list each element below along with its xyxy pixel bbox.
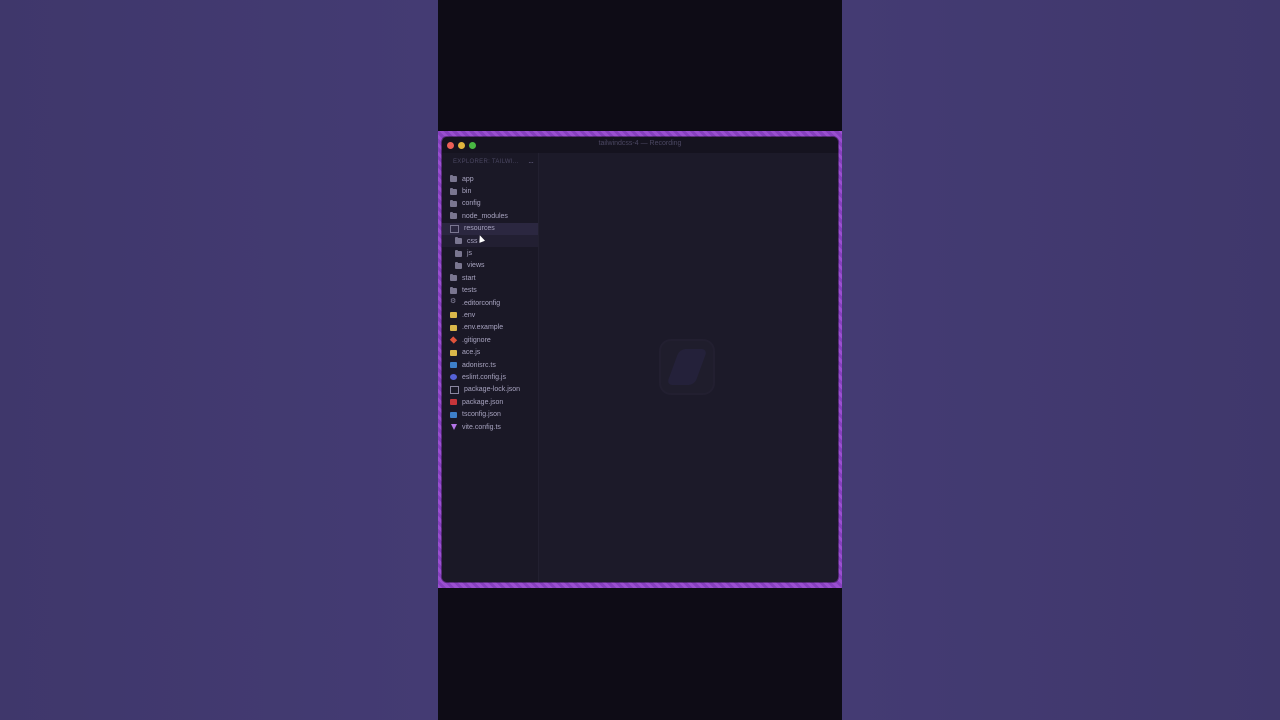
- tree-item-label: package.json: [462, 398, 504, 406]
- folder-icon: [450, 212, 457, 220]
- tree-item[interactable]: views: [442, 260, 538, 272]
- tree-item-label: vite.config.ts: [462, 423, 501, 431]
- tree-item-label: views: [467, 262, 485, 270]
- ts-file-icon: [450, 411, 457, 418]
- folder-icon: [450, 175, 457, 183]
- tree-item[interactable]: node_modules: [442, 210, 538, 222]
- folder-open-icon: [450, 224, 459, 233]
- tree-item[interactable]: app: [442, 173, 538, 185]
- tree-item[interactable]: package-lock.json: [442, 384, 538, 396]
- tree-item[interactable]: resources: [442, 222, 538, 235]
- explorer-title: EXPLORER: TAILWI...: [453, 159, 519, 165]
- vite-file-icon: [450, 424, 457, 430]
- explorer-sidebar: EXPLORER: TAILWI... ··· app bin config node…: [442, 153, 539, 582]
- tree-item[interactable]: .env: [442, 309, 538, 321]
- tree-item[interactable]: bin: [442, 185, 538, 197]
- tree-item[interactable]: tsconfig.json: [442, 408, 538, 420]
- editor-window: tailwindcss-4 — Recording EXPLORER: TAIL…: [442, 137, 838, 582]
- tree-item-label: start: [462, 274, 476, 282]
- tree-item-label: tsconfig.json: [462, 411, 501, 419]
- tree-item[interactable]: .editorconfig: [442, 297, 538, 309]
- tree-item[interactable]: tests: [442, 285, 538, 297]
- file-tree: app bin config node_modules resources css js vi…: [442, 173, 538, 433]
- tree-item-label: adonisrc.ts: [462, 361, 496, 369]
- tree-item-label: .editorconfig: [462, 299, 501, 307]
- npm-file-icon: [450, 399, 457, 406]
- js-file-icon: [450, 349, 457, 356]
- tree-item-label: app: [462, 175, 474, 183]
- tree-item-label: bin: [462, 188, 472, 196]
- tree-item[interactable]: vite.config.ts: [442, 421, 538, 433]
- window-title: tailwindcss-4 — Recording: [598, 140, 682, 147]
- folder-icon: [455, 261, 462, 269]
- tree-item[interactable]: package.json: [442, 396, 538, 408]
- tree-item[interactable]: .gitignore: [442, 334, 538, 346]
- tree-item[interactable]: adonisrc.ts: [442, 359, 538, 371]
- tree-item-label: tests: [462, 287, 477, 295]
- tree-item-label: node_modules: [462, 212, 508, 220]
- tree-item-label: ace.js: [462, 349, 481, 357]
- folder-icon: [450, 187, 457, 195]
- tree-item-label: eslint.config.js: [462, 373, 506, 381]
- tree-item-label: package-lock.json: [464, 386, 521, 394]
- tree-item-label: .env.example: [462, 324, 504, 332]
- folder-icon: [450, 286, 457, 294]
- tree-item[interactable]: js: [442, 247, 538, 259]
- env-file-icon: [450, 324, 457, 331]
- git-file-icon: [449, 336, 458, 344]
- tree-item-label: resources: [464, 225, 495, 233]
- tree-item[interactable]: ace.js: [442, 346, 538, 358]
- gear-file-icon: [450, 297, 457, 306]
- ts-file-icon: [450, 362, 457, 369]
- folder-icon: [450, 199, 457, 207]
- editor-area[interactable]: [539, 153, 838, 582]
- tree-item-label: css: [467, 237, 478, 245]
- env-file-icon: [450, 312, 457, 319]
- more-actions-icon[interactable]: ···: [528, 158, 534, 167]
- folder-icon: [455, 237, 462, 245]
- tree-item-label: .env: [462, 311, 476, 319]
- tree-item[interactable]: start: [442, 272, 538, 284]
- eslint-file-icon: [450, 374, 457, 381]
- tree-item[interactable]: .env.example: [442, 322, 538, 334]
- tree-item[interactable]: eslint.config.js: [442, 371, 538, 383]
- title-bar: tailwindcss-4 — Recording: [442, 137, 838, 153]
- explorer-header: EXPLORER: TAILWI... ···: [453, 158, 534, 169]
- lock-file-icon: [450, 385, 459, 394]
- folder-icon: [455, 249, 462, 257]
- folder-icon: [450, 274, 457, 282]
- editor-logo-watermark-icon: [659, 339, 715, 395]
- tree-item-label: config: [462, 200, 481, 208]
- tree-item[interactable]: css: [442, 234, 538, 248]
- tree-item-label: .gitignore: [462, 336, 491, 344]
- tree-item-label: js: [467, 250, 473, 258]
- tree-item[interactable]: config: [442, 198, 538, 210]
